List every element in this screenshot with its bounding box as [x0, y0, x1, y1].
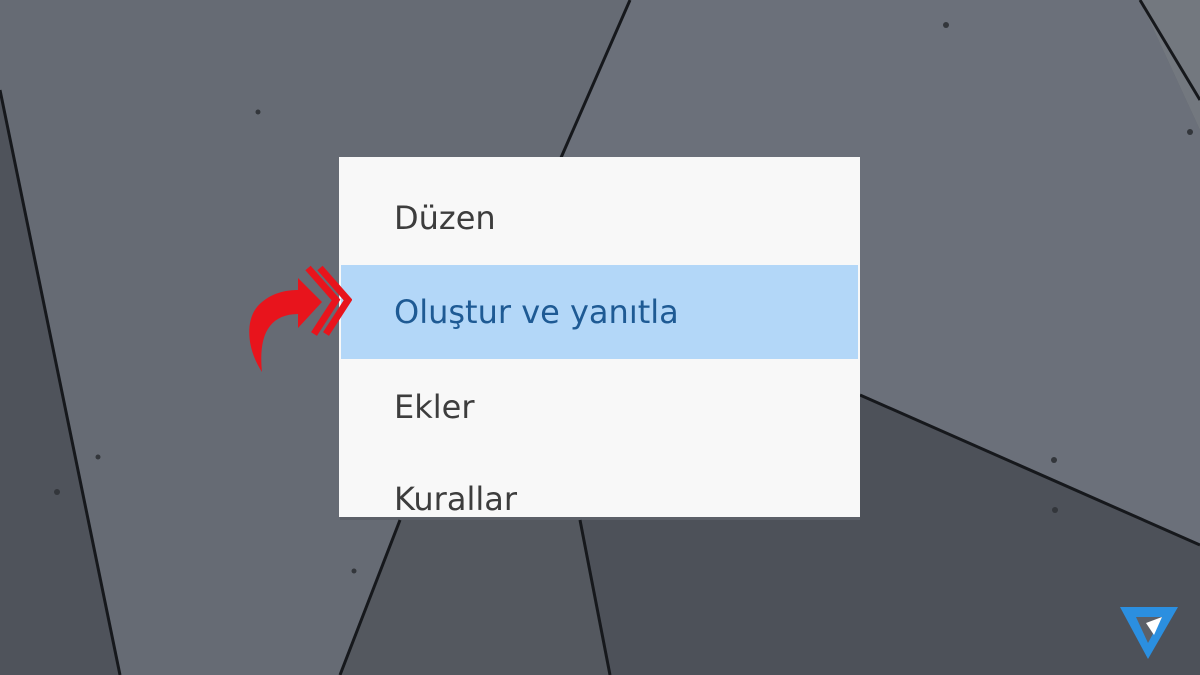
menu-item-ekler[interactable]: Ekler: [341, 360, 858, 454]
brand-logo-triangle-icon: [1120, 607, 1178, 659]
context-menu: Düzen Oluştur ve yanıtla Ekler Kurallar: [339, 157, 860, 517]
menu-item-olustur-ve-yanitla[interactable]: Oluştur ve yanıtla: [341, 265, 858, 359]
curved-arrow-double-chevron-icon: [249, 265, 352, 372]
menu-item-duzen[interactable]: Düzen: [341, 171, 858, 265]
menu-item-kurallar[interactable]: Kurallar: [341, 452, 858, 517]
